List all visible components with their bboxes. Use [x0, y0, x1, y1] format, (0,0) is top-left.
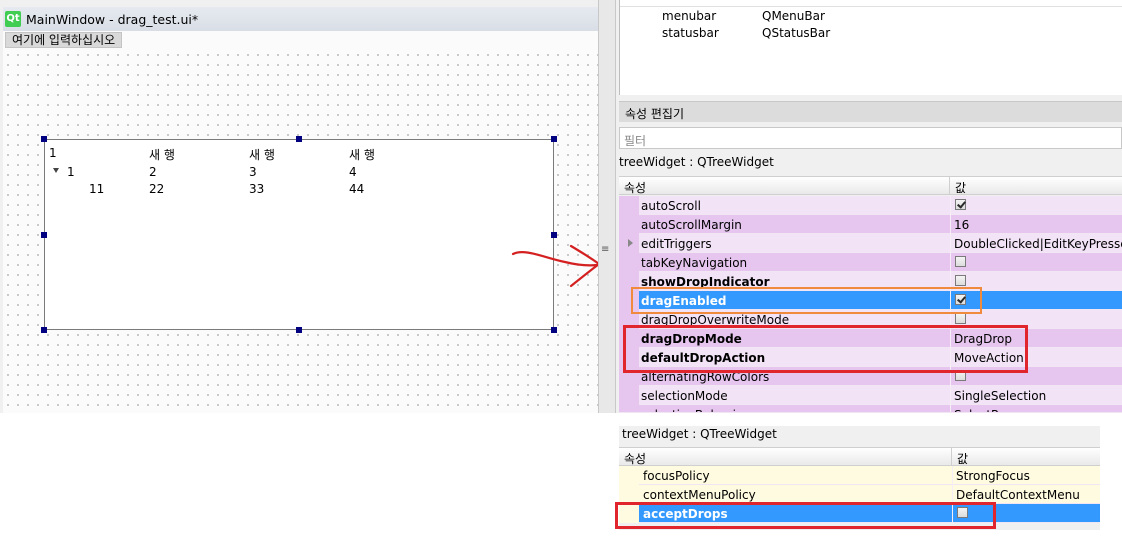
object-name[interactable]: menubar — [662, 9, 716, 23]
tree-cell: 3 — [249, 165, 257, 179]
splitter-grip-icon[interactable]: ≡ — [601, 244, 609, 255]
tree-cell: 44 — [349, 182, 365, 196]
qt-logo-icon: Qt — [5, 11, 21, 27]
selected-object-label: treeWidget : QTreeWidget — [619, 155, 774, 169]
property-row[interactable]: tabKeyNavigation — [619, 253, 1122, 272]
header-property[interactable]: 속성 — [624, 450, 646, 467]
column-separator — [950, 253, 951, 272]
property-name: editTriggers — [641, 237, 712, 251]
object-inspector[interactable]: menubar QMenuBar statusbar QStatusBar — [619, 0, 1122, 95]
property-name: focusPolicy — [643, 469, 710, 483]
property-value[interactable]: SingleSelection — [954, 389, 1046, 403]
column-separator — [950, 215, 951, 234]
row-gutter — [619, 466, 639, 485]
tree-header-col-1[interactable]: 1 — [49, 146, 57, 160]
annotation-arrow-icon — [511, 244, 601, 288]
resize-handle[interactable] — [296, 327, 302, 333]
panel-bottom — [619, 530, 1100, 536]
property-editor-title-text: 속성 편집기 — [625, 107, 685, 121]
tree-header-col-3[interactable]: 새 행 — [249, 146, 275, 163]
dock-splitter[interactable] — [598, 0, 616, 413]
annotation-highlight-red — [623, 325, 1028, 373]
object-name[interactable]: statusbar — [662, 26, 719, 40]
annotation-highlight-red — [615, 502, 996, 529]
header-separator[interactable] — [949, 177, 950, 194]
property-row[interactable]: selectionBehavior SelectRows — [619, 405, 1122, 413]
tree-cell: 11 — [89, 182, 105, 196]
property-table-header: 속성 값 — [619, 447, 1100, 466]
header-value[interactable]: 값 — [957, 450, 968, 467]
header-property[interactable]: 속성 — [624, 179, 646, 196]
object-class: QStatusBar — [762, 26, 831, 40]
tree-widget[interactable]: 1 새 행 새 행 새 행 1 2 3 4 11 22 33 44 — [44, 139, 554, 330]
tree-row[interactable]: 1 2 3 4 — [45, 165, 553, 183]
tree-header-col-4[interactable]: 새 행 — [349, 146, 375, 163]
selected-object-label: treeWidget : QTreeWidget — [622, 427, 777, 441]
filter-placeholder: 필터 — [624, 134, 647, 148]
property-editor-title: 속성 편집기 — [619, 101, 1122, 122]
property-row[interactable]: autoScrollMargin 16 — [619, 215, 1122, 234]
row-gutter — [619, 405, 639, 412]
row-gutter — [619, 253, 639, 272]
column-separator — [950, 234, 951, 253]
header-value[interactable]: 값 — [955, 179, 966, 196]
resize-handle[interactable] — [41, 136, 47, 142]
tree-row[interactable]: 11 22 33 44 — [45, 182, 553, 200]
property-value[interactable]: DoubleClicked|EditKeyPressed — [954, 237, 1122, 251]
header-separator[interactable] — [951, 448, 952, 465]
property-value[interactable]: StrongFocus — [956, 469, 1030, 483]
property-value[interactable]: SelectRows — [954, 408, 1022, 412]
property-name: selectionMode — [641, 389, 728, 403]
row-gutter — [619, 386, 639, 405]
tree-cell: 22 — [149, 182, 165, 196]
tree-header-col-2[interactable]: 새 행 — [149, 146, 175, 163]
property-value[interactable]: 16 — [954, 218, 969, 232]
resize-handle[interactable] — [41, 232, 47, 238]
property-name: contextMenuPolicy — [643, 488, 756, 502]
tree-cell: 1 — [67, 165, 75, 179]
property-row[interactable]: focusPolicy StrongFocus — [619, 466, 1100, 485]
column-separator — [950, 196, 951, 215]
unchecked-checkbox[interactable] — [955, 313, 966, 324]
column-separator — [950, 405, 951, 412]
row-gutter — [619, 196, 639, 215]
property-name: autoScroll — [641, 199, 701, 213]
resize-handle[interactable] — [296, 136, 302, 142]
property-filter-input[interactable]: 필터 — [619, 127, 1122, 149]
unchecked-checkbox[interactable] — [955, 275, 966, 286]
property-value[interactable]: DefaultContextMenu — [956, 488, 1080, 502]
tree-cell: 33 — [249, 182, 265, 196]
property-table-header: 속성 값 — [619, 176, 1122, 195]
tree-cell: 2 — [149, 165, 157, 179]
tree-header: 1 새 행 새 행 새 행 — [45, 143, 553, 163]
column-separator — [950, 386, 951, 405]
resize-handle[interactable] — [551, 136, 557, 142]
property-row[interactable]: selectionMode SingleSelection — [619, 386, 1122, 405]
unchecked-checkbox[interactable] — [955, 256, 966, 267]
row-gutter — [619, 215, 639, 234]
property-row[interactable]: editTriggers DoubleClicked|EditKeyPressed — [619, 234, 1122, 253]
expand-arrow-icon[interactable] — [628, 239, 633, 247]
object-class: QMenuBar — [762, 9, 825, 23]
tree-cell: 4 — [349, 165, 357, 179]
checked-checkbox[interactable] — [955, 199, 966, 210]
window-title: MainWindow - drag_test.ui* — [26, 12, 199, 27]
resize-handle[interactable] — [551, 232, 557, 238]
divider — [620, 6, 1122, 7]
property-name: tabKeyNavigation — [641, 256, 748, 270]
expanded-arrow-icon[interactable] — [53, 168, 59, 173]
resize-handle[interactable] — [551, 327, 557, 333]
property-row[interactable]: autoScroll — [619, 196, 1122, 215]
resize-handle[interactable] — [41, 327, 47, 333]
column-separator — [952, 466, 953, 485]
menu-placeholder-item[interactable]: 여기에 입력하십시오 — [5, 32, 123, 48]
annotation-highlight-orange — [631, 287, 982, 314]
property-name: autoScrollMargin — [641, 218, 742, 232]
property-name: selectionBehavior — [641, 408, 748, 412]
